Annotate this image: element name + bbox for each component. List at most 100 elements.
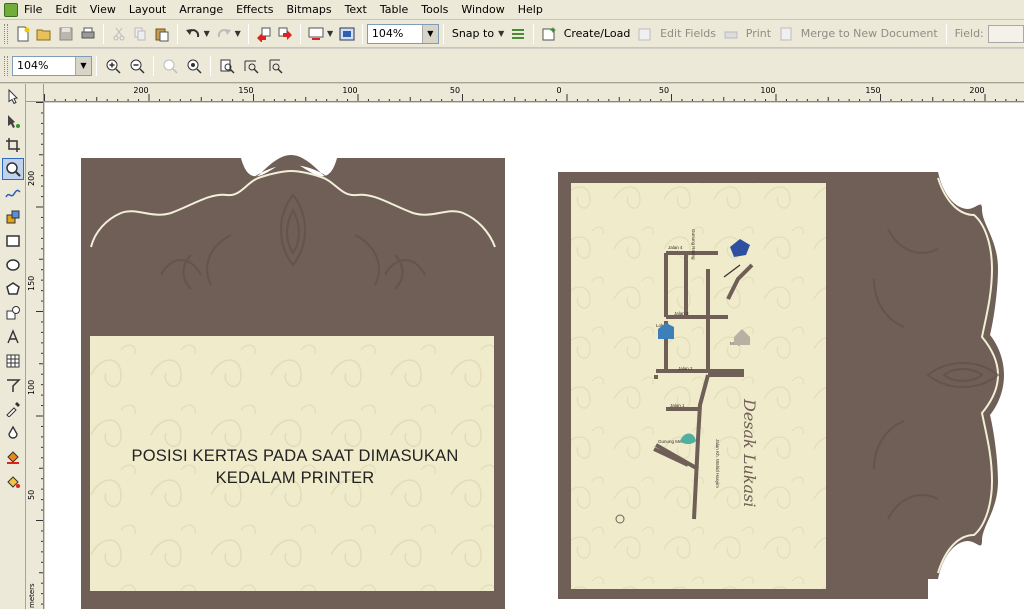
outline-tool-icon bbox=[8, 425, 18, 439]
new-document-button[interactable] bbox=[13, 23, 33, 45]
interactive-blend-icon bbox=[7, 379, 21, 392]
basic-shapes-tool[interactable] bbox=[2, 302, 24, 324]
merge-to-new-document-button[interactable]: Merge to New Document bbox=[801, 27, 938, 40]
snap-to-label[interactable]: Snap to bbox=[452, 27, 494, 40]
open-button[interactable] bbox=[35, 23, 55, 45]
undo-button[interactable] bbox=[183, 23, 203, 45]
zoom-to-page-height-icon bbox=[269, 59, 283, 74]
menu-window[interactable]: Window bbox=[461, 3, 512, 16]
text-tool[interactable] bbox=[2, 326, 24, 348]
eyedropper-tool[interactable] bbox=[2, 398, 24, 420]
paste-button[interactable] bbox=[152, 23, 172, 45]
vertical-ruler[interactable]: 200 150 100 50 meters bbox=[26, 102, 44, 609]
toolbar-grip[interactable] bbox=[4, 23, 8, 44]
edit-fields-icon bbox=[638, 28, 651, 40]
field-combo[interactable] bbox=[987, 24, 1024, 43]
menu-help[interactable]: Help bbox=[518, 3, 551, 16]
smart-fill-tool[interactable] bbox=[2, 206, 24, 228]
edit-fields-icon-button[interactable] bbox=[635, 23, 655, 45]
h-ruler-label: 150 bbox=[238, 86, 254, 95]
zoom-in-icon bbox=[106, 59, 121, 74]
zoom-levels-combo[interactable]: 104% ▼ bbox=[366, 23, 439, 44]
shape-tool[interactable] bbox=[2, 110, 24, 132]
zoom-to-all-objects-button[interactable] bbox=[183, 55, 205, 77]
property-zoom-dropdown-icon[interactable]: ▼ bbox=[75, 56, 91, 75]
export-button[interactable] bbox=[275, 23, 295, 45]
create-load-button[interactable]: Create/Load bbox=[564, 27, 631, 40]
property-zoom-combo[interactable]: 104% ▼ bbox=[12, 55, 92, 76]
interactive-blend-tool[interactable] bbox=[2, 374, 24, 396]
table-tool[interactable] bbox=[2, 350, 24, 372]
zoom-to-page-width-button[interactable] bbox=[240, 55, 262, 77]
copy-button[interactable] bbox=[130, 23, 150, 45]
options-button[interactable] bbox=[508, 23, 528, 45]
field-label: Field: bbox=[954, 27, 984, 40]
print-button[interactable] bbox=[78, 23, 98, 45]
print-merge-icon-button[interactable] bbox=[721, 23, 741, 45]
text-tool-icon bbox=[7, 329, 19, 344]
map-card-artwork[interactable]: Jalan 4 Jalan 3 Jalan 2 Jalan 1 Gunung M… bbox=[558, 169, 1024, 599]
menu-bitmaps[interactable]: Bitmaps bbox=[286, 3, 339, 16]
create-load-icon-button[interactable] bbox=[539, 23, 559, 45]
interactive-fill-icon bbox=[7, 476, 20, 488]
merge-icon-button[interactable] bbox=[776, 23, 796, 45]
ruler-origin[interactable] bbox=[26, 84, 44, 102]
menu-layout[interactable]: Layout bbox=[129, 3, 174, 16]
cut-button[interactable] bbox=[109, 23, 129, 45]
menu-text[interactable]: Text bbox=[345, 3, 375, 16]
application-launcher-button[interactable] bbox=[306, 23, 326, 45]
envelope-flap-artwork[interactable] bbox=[81, 155, 505, 609]
save-button[interactable] bbox=[56, 23, 76, 45]
redo-dropdown-icon[interactable]: ▼ bbox=[235, 29, 242, 38]
map-label-jalan-1: Jalan 1 bbox=[670, 403, 685, 408]
snap-to-dropdown-icon[interactable]: ▼ bbox=[498, 29, 505, 38]
zoom-to-page-button[interactable] bbox=[216, 55, 238, 77]
toolbar-separator bbox=[176, 23, 178, 44]
menu-table[interactable]: Table bbox=[380, 3, 416, 16]
polygon-tool[interactable] bbox=[2, 278, 24, 300]
create-load-icon bbox=[542, 26, 556, 40]
ellipse-tool[interactable] bbox=[2, 254, 24, 276]
printer-position-text[interactable]: POSISI KERTAS PADA SAAT DIMASUKAN KEDALA… bbox=[90, 445, 500, 489]
eyedropper-icon bbox=[6, 402, 20, 417]
drawing-canvas[interactable]: POSISI KERTAS PADA SAAT DIMASUKAN KEDALA… bbox=[45, 103, 1024, 609]
toolbar-separator bbox=[96, 55, 97, 76]
toolbar-separator bbox=[532, 23, 534, 44]
menu-arrange[interactable]: Arrange bbox=[179, 3, 231, 16]
redo-button[interactable] bbox=[214, 23, 234, 45]
zoom-in-button[interactable] bbox=[102, 55, 124, 77]
zoom-dropdown-icon[interactable]: ▼ bbox=[421, 24, 438, 43]
toolbox bbox=[0, 84, 26, 609]
zoom-to-selected-button[interactable] bbox=[159, 55, 181, 77]
signature-text: Desak Lukasi bbox=[740, 398, 759, 507]
undo-dropdown-icon[interactable]: ▼ bbox=[204, 29, 211, 38]
menu-effects[interactable]: Effects bbox=[236, 3, 281, 16]
menu-tools[interactable]: Tools bbox=[421, 3, 456, 16]
pick-tool[interactable] bbox=[2, 86, 24, 108]
print-merge-button[interactable]: Print bbox=[746, 27, 771, 40]
crop-tool[interactable] bbox=[2, 134, 24, 156]
freehand-tool[interactable] bbox=[2, 182, 24, 204]
h-ruler-label: 150 bbox=[865, 86, 881, 95]
toolbar-separator bbox=[945, 23, 947, 44]
rectangle-tool[interactable] bbox=[2, 230, 24, 252]
menu-view[interactable]: View bbox=[90, 3, 124, 16]
rectangle-tool-icon bbox=[6, 235, 20, 247]
toolbar-grip[interactable] bbox=[4, 55, 8, 76]
zoom-to-all-objects-icon bbox=[187, 59, 202, 74]
menu-file[interactable]: File bbox=[24, 3, 50, 16]
zoom-to-page-height-button[interactable] bbox=[264, 55, 286, 77]
new-document-icon bbox=[17, 26, 30, 41]
import-button[interactable] bbox=[254, 23, 274, 45]
welcome-screen-button[interactable] bbox=[337, 23, 357, 45]
edit-fields-button[interactable]: Edit Fields bbox=[660, 27, 716, 40]
horizontal-ruler[interactable]: 200 150 100 50 0 50 100 150 200 bbox=[44, 84, 1024, 102]
zoom-out-button[interactable] bbox=[126, 55, 148, 77]
launcher-dropdown-icon[interactable]: ▼ bbox=[327, 29, 334, 38]
zoom-tool[interactable] bbox=[2, 158, 24, 180]
fill-tool[interactable] bbox=[2, 446, 24, 468]
outline-tool[interactable] bbox=[2, 422, 24, 444]
menu-edit[interactable]: Edit bbox=[55, 3, 84, 16]
printer-text-line-2: KEDALAM PRINTER bbox=[215, 469, 375, 487]
interactive-fill-tool[interactable] bbox=[2, 470, 24, 492]
